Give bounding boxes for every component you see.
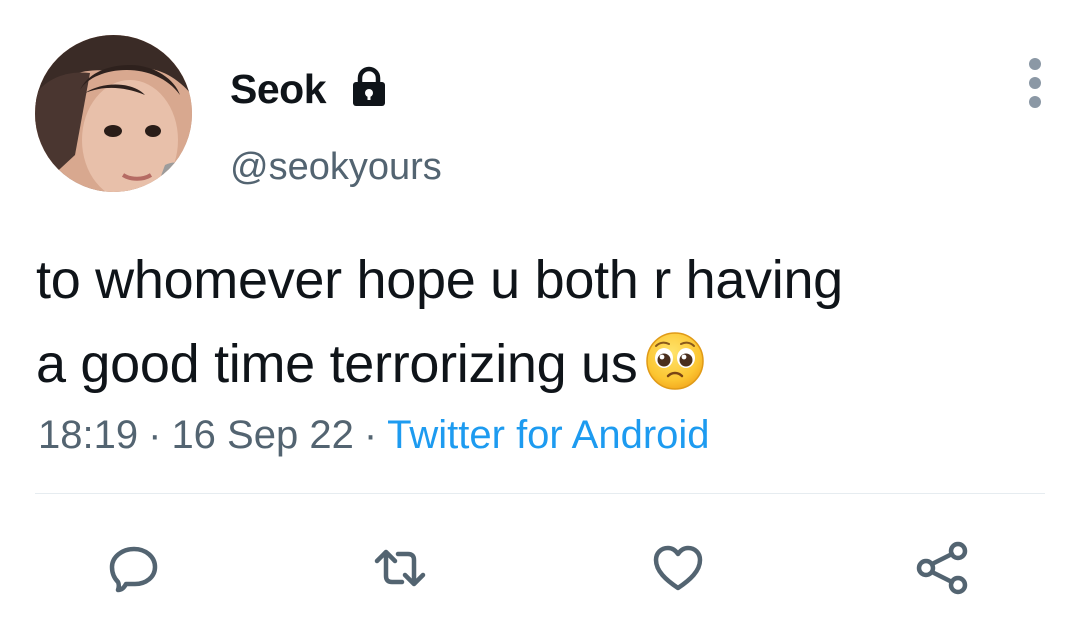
like-button[interactable] bbox=[650, 540, 706, 596]
retweet-button[interactable] bbox=[372, 540, 428, 596]
reply-button[interactable] bbox=[106, 540, 162, 596]
retweet-icon bbox=[374, 549, 426, 587]
display-name[interactable]: Seok bbox=[230, 62, 327, 116]
tweet-card: Seok @seokyours to whomever hope u both … bbox=[0, 0, 1080, 640]
heart-icon bbox=[653, 545, 703, 591]
tweet-text-line: to whomever hope u both r having bbox=[36, 250, 843, 310]
tweet-text: to whomever hope u both r having a good … bbox=[36, 238, 1046, 406]
more-vertical-icon[interactable] bbox=[1020, 55, 1050, 111]
avatar[interactable] bbox=[35, 35, 192, 192]
reply-icon bbox=[109, 546, 158, 593]
tweet-text-line: a good time terrorizing us bbox=[36, 322, 1046, 406]
tweet-metadata: 18:19 · 16 Sep 22 · Twitter for Android bbox=[38, 408, 710, 462]
share-button[interactable] bbox=[914, 540, 970, 596]
meta-separator: · bbox=[363, 413, 378, 457]
divider bbox=[35, 493, 1045, 494]
lock-icon bbox=[348, 66, 390, 108]
avatar-image bbox=[35, 35, 192, 192]
tweet-date[interactable]: 16 Sep 22 bbox=[171, 413, 353, 457]
user-handle[interactable]: @seokyours bbox=[230, 143, 442, 191]
share-icon bbox=[916, 541, 968, 595]
tweet-text-line-content: a good time terrorizing us bbox=[36, 334, 638, 394]
tweet-time[interactable]: 18:19 bbox=[38, 413, 138, 457]
tweet-source-link[interactable]: Twitter for Android bbox=[387, 413, 709, 457]
pleading-face-emoji bbox=[644, 330, 706, 392]
meta-separator: · bbox=[148, 413, 162, 457]
